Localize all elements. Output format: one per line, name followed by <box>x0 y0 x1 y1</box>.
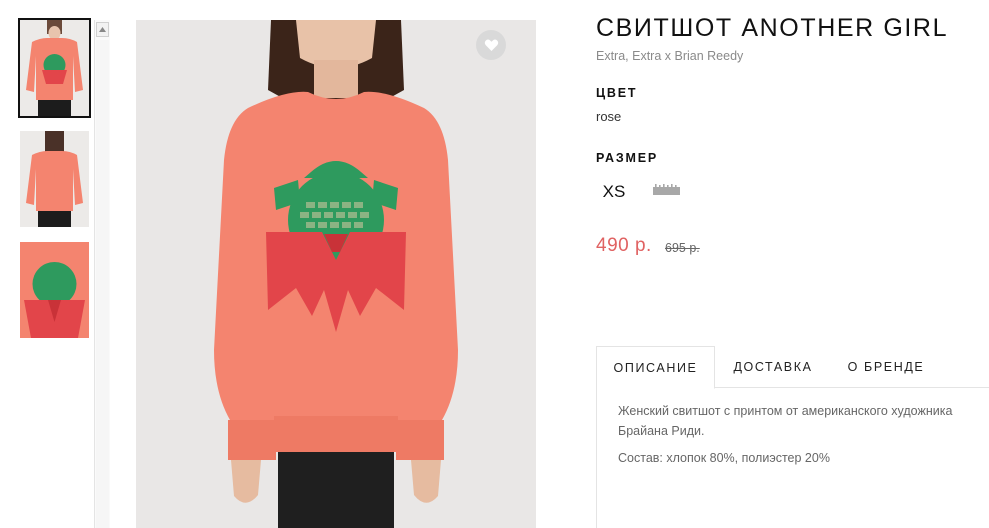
main-product-image <box>136 20 536 528</box>
ruler-icon[interactable] <box>653 184 680 195</box>
thumbnail-detail[interactable] <box>20 242 89 338</box>
product-title: СВИТШОТ ANOTHER GIRL <box>596 14 949 42</box>
price: 490 р. <box>596 235 652 256</box>
product-brand: Extra, Extra x Brian Reedy <box>596 49 744 63</box>
tab-panel-description: Женский свитшот с принтом от американско… <box>596 388 989 528</box>
thumbnail-front[interactable] <box>18 18 91 118</box>
product-tabs: ОПИСАНИЕ ДОСТАВКА О БРЕНДЕ Женский свитш… <box>596 346 989 528</box>
product-photo <box>136 20 536 528</box>
color-value: rose <box>596 109 622 124</box>
tab-brand[interactable]: О БРЕНДЕ <box>831 346 941 388</box>
tab-bar: ОПИСАНИЕ ДОСТАВКА О БРЕНДЕ <box>596 346 989 389</box>
heart-icon[interactable] <box>476 30 506 60</box>
color-label: ЦВЕТ <box>596 86 638 100</box>
description-text: Женский свитшот с принтом от американско… <box>618 404 953 438</box>
thumbnail-front-image <box>20 20 89 116</box>
composition-text: Состав: хлопок 80%, полиэстер 20% <box>618 451 830 465</box>
thumbnail-back-image <box>20 131 89 227</box>
scroll-track[interactable] <box>96 40 109 528</box>
thumbnail-scrollbar[interactable] <box>94 20 110 528</box>
thumbnail-back[interactable] <box>20 131 89 227</box>
thumbnail-detail-image <box>20 242 89 338</box>
size-option-xs[interactable]: XS <box>596 181 632 203</box>
old-price: 695 р. <box>665 241 700 255</box>
size-label: РАЗМЕР <box>596 151 658 165</box>
tab-description[interactable]: ОПИСАНИЕ <box>596 346 715 389</box>
tab-delivery[interactable]: ДОСТАВКА <box>715 346 831 388</box>
chevron-up-icon[interactable] <box>96 22 109 37</box>
